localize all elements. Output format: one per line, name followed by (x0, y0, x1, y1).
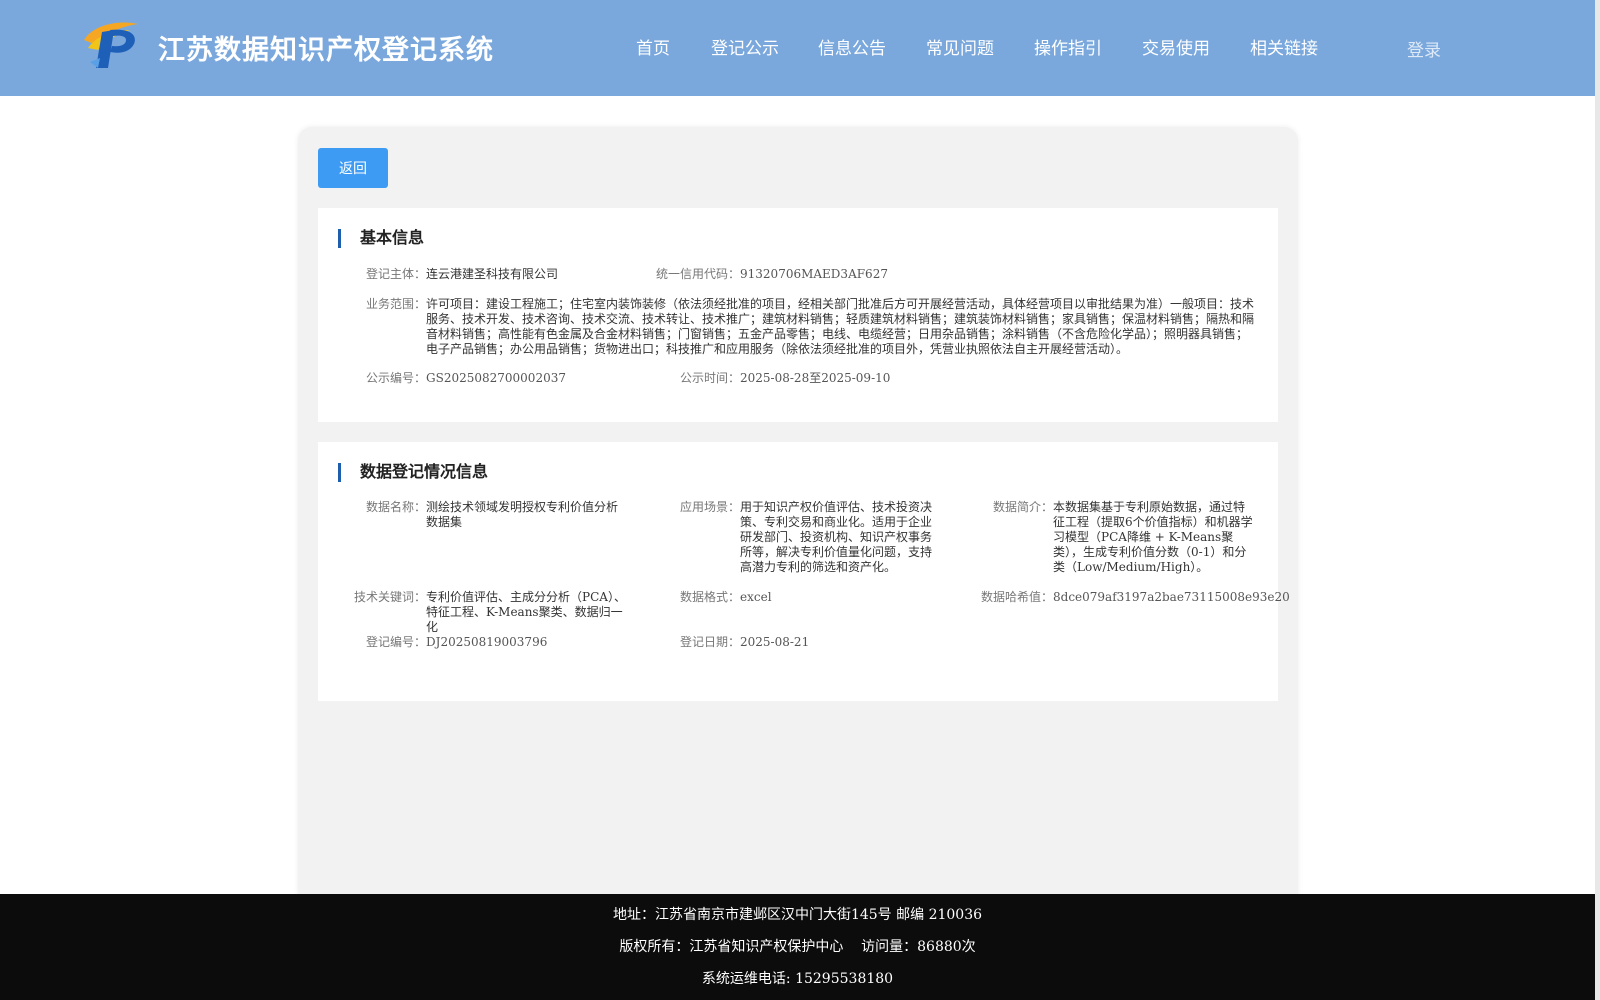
field-application-scene: 应用场景： 用于知识产权价值评估、技术投资决策、专利交易和商业化。适用于企业研发… (680, 500, 936, 575)
label-publicity-number: 公示编号： (366, 371, 427, 385)
page-footer: 地址：江苏省南京市建邺区汉中门大街145号 邮编 210036 版权所有：江苏省… (0, 894, 1595, 1000)
field-registration-number: 登记编号： DJ20250819003796 (366, 635, 547, 650)
label-application-scene: 应用场景： (680, 500, 741, 514)
label-subject: 登记主体： (366, 267, 427, 281)
site-title: 江苏数据知识产权登记系统 (158, 35, 494, 66)
label-data-name: 数据名称： (366, 500, 427, 514)
detail-panel: 返回 基本信息 登记主体： 连云港建圣科技有限公司 统一信用代码： 913207… (298, 127, 1298, 907)
label-registration-date: 登记日期： (680, 635, 741, 649)
label-credit-code: 统一信用代码： (656, 267, 741, 281)
value-publicity-number: GS2025082700002037 (426, 371, 566, 385)
login-link[interactable]: 登录 (1407, 36, 1441, 61)
label-business-scope: 业务范围： (366, 297, 427, 311)
field-registration-date: 登记日期： 2025-08-21 (680, 635, 809, 650)
label-registration-number: 登记编号： (366, 635, 427, 649)
value-data-hash: 8dce079af3197a2bae73115008e93e20 (1053, 590, 1290, 604)
value-publicity-time: 2025-08-28至2025-09-10 (740, 371, 891, 385)
value-data-intro: 本数据集基于专利原始数据，通过特征工程（提取6个价值指标）和机器学习模型（PCA… (1053, 500, 1253, 574)
nav-home[interactable]: 首页 (636, 34, 670, 59)
value-data-name: 测绘技术领域发明授权专利价值分析数据集 (426, 500, 619, 529)
section-title-data-registration: 数据登记情况信息 (338, 462, 488, 482)
label-data-hash: 数据哈希值： (981, 590, 1054, 604)
back-button[interactable]: 返回 (318, 148, 388, 188)
top-header: 江苏数据知识产权登记系统 首页 登记公示 信息公告 常见问题 操作指引 交易使用… (0, 0, 1595, 96)
value-registration-date: 2025-08-21 (740, 635, 810, 649)
section-title-basic-info: 基本信息 (338, 228, 424, 248)
nav-trading[interactable]: 交易使用 (1142, 34, 1210, 59)
site-logo-icon[interactable] (80, 18, 140, 72)
field-keywords: 技术关键词： 专利价值评估、主成分分析（PCA）、特征工程、K-Means聚类、… (354, 590, 630, 635)
basic-info-card: 基本信息 登记主体： 连云港建圣科技有限公司 统一信用代码： 91320706M… (318, 208, 1278, 422)
field-publicity-number: 公示编号： GS2025082700002037 (366, 371, 566, 386)
footer-copyright: 版权所有：江苏省知识产权保护中心 访问量：86880次 (619, 939, 976, 955)
nav-links[interactable]: 相关链接 (1250, 34, 1318, 59)
field-publicity-time: 公示时间： 2025-08-28至2025-09-10 (680, 371, 890, 386)
field-data-intro: 数据简介： 本数据集基于专利原始数据，通过特征工程（提取6个价值指标）和机器学习… (993, 500, 1253, 575)
label-data-format: 数据格式： (680, 590, 741, 604)
page-scrollbar[interactable] (1595, 0, 1600, 1000)
data-registration-card: 数据登记情况信息 数据名称： 测绘技术领域发明授权专利价值分析数据集 应用场景：… (318, 442, 1290, 701)
value-credit-code: 91320706MAED3AF627 (740, 267, 888, 281)
nav-guide[interactable]: 操作指引 (1034, 34, 1102, 59)
value-business-scope: 许可项目：建设工程施工；住宅室内装饰装修（依法须经批准的项目，经相关部门批准后方… (426, 297, 1255, 356)
nav-faq[interactable]: 常见问题 (926, 34, 994, 59)
field-business-scope: 业务范围： 许可项目：建设工程施工；住宅室内装饰装修（依法须经批准的项目，经相关… (366, 297, 1256, 357)
value-data-format: excel (740, 590, 772, 604)
field-credit-code: 统一信用代码： 91320706MAED3AF627 (656, 267, 888, 282)
nav-registration-publicity[interactable]: 登记公示 (711, 34, 779, 59)
field-data-hash: 数据哈希值： 8dce079af3197a2bae73115008e93e20 (981, 590, 1290, 605)
footer-phone: 系统运维电话: 15295538180 (701, 971, 894, 987)
label-keywords: 技术关键词： (354, 590, 427, 604)
label-publicity-time: 公示时间： (680, 371, 741, 385)
label-data-intro: 数据简介： (993, 500, 1054, 514)
field-data-name: 数据名称： 测绘技术领域发明授权专利价值分析数据集 (366, 500, 626, 530)
nav-announcements[interactable]: 信息公告 (818, 34, 886, 59)
field-data-format: 数据格式： excel (680, 590, 772, 605)
field-subject: 登记主体： 连云港建圣科技有限公司 (366, 267, 558, 282)
value-subject: 连云港建圣科技有限公司 (426, 267, 559, 281)
value-registration-number: DJ20250819003796 (426, 635, 548, 649)
footer-address: 地址：江苏省南京市建邺区汉中门大街145号 邮编 210036 (612, 907, 983, 923)
value-keywords: 专利价值评估、主成分分析（PCA）、特征工程、K-Means聚类、数据归一化 (426, 590, 626, 634)
value-application-scene: 用于知识产权价值评估、技术投资决策、专利交易和商业化。适用于企业研发部门、投资机… (740, 500, 933, 574)
